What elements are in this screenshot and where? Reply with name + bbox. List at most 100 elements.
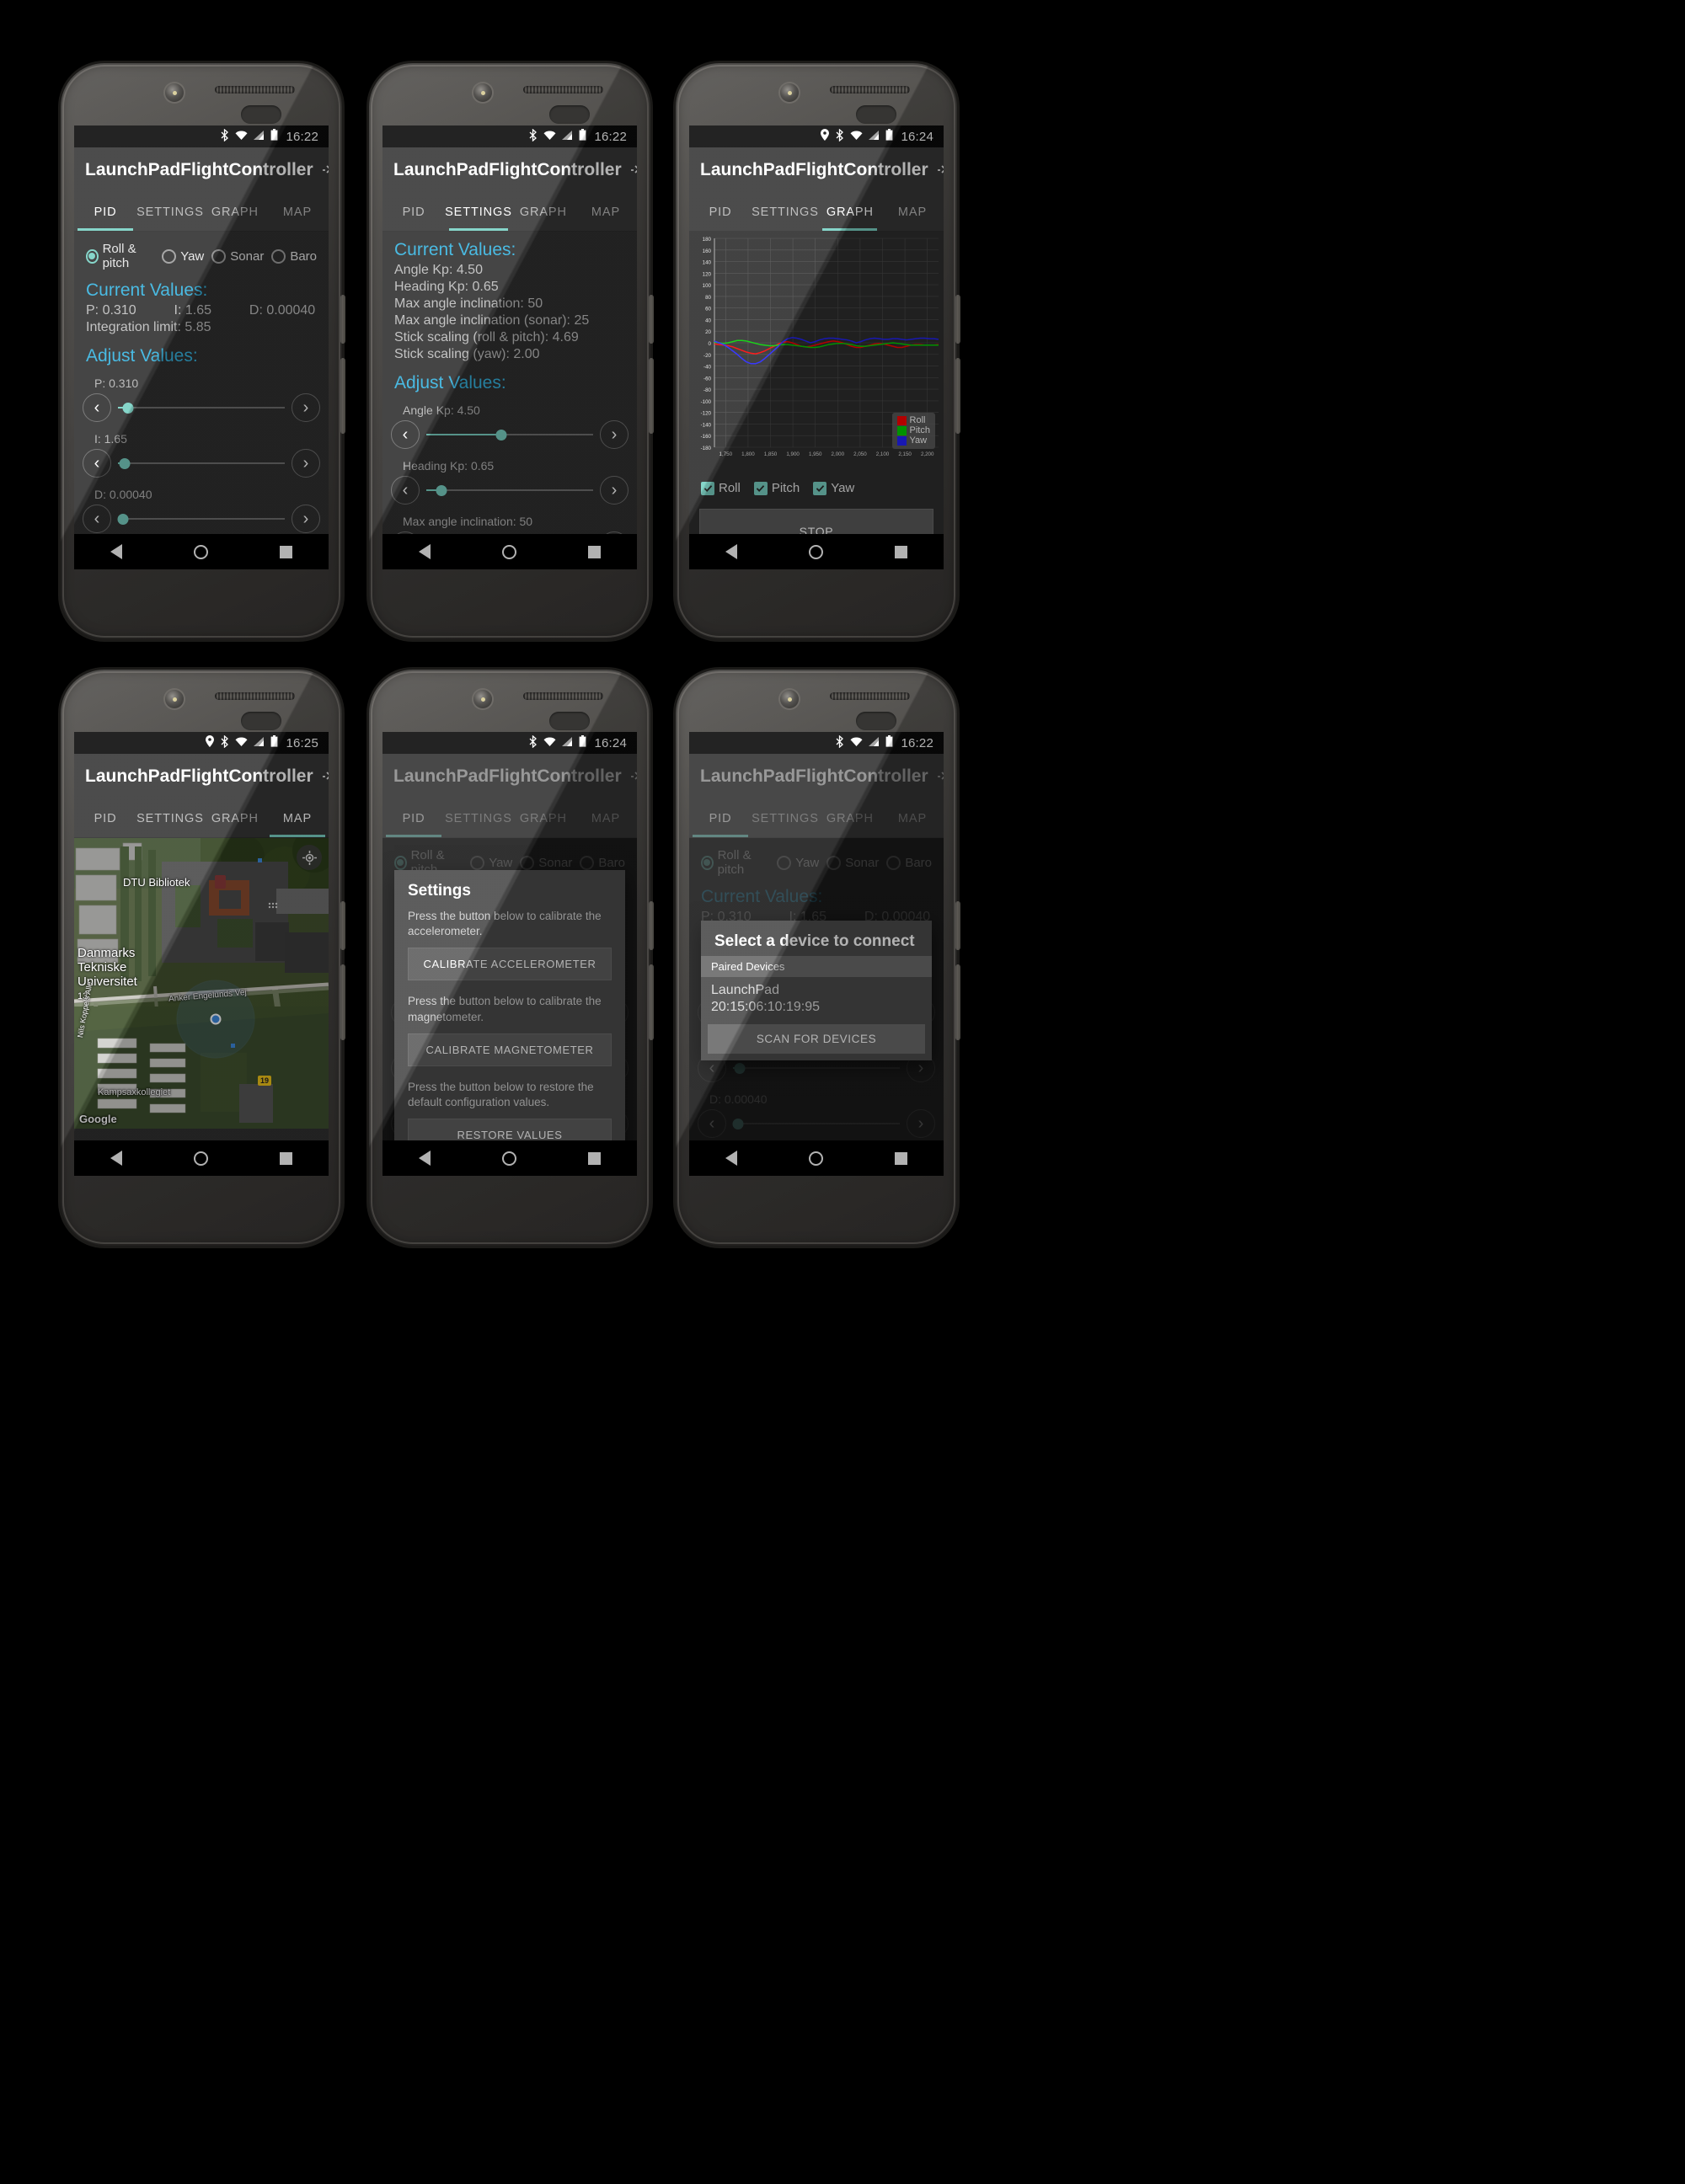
home-button-icon[interactable] <box>501 1151 516 1166</box>
device-mac: 20:15:06:10:19:95 <box>711 1000 821 1014</box>
tab-map[interactable]: MAP <box>575 193 637 231</box>
scan-for-devices-button[interactable]: SCAN FOR DEVICES <box>708 1024 925 1054</box>
tab-graph[interactable]: GRAPH <box>512 193 575 231</box>
tab-map[interactable]: MAP <box>266 193 329 231</box>
calibrate-magnetometer-button[interactable]: CALIBRATE MAGNETOMETER <box>408 1033 612 1066</box>
checkbox-pitch[interactable]: Pitch <box>753 481 800 495</box>
radio-roll-pitch[interactable]: Roll & pitch <box>86 242 154 270</box>
power-button[interactable] <box>955 295 960 344</box>
recents-button-icon[interactable] <box>895 545 908 558</box>
checkbox-yaw[interactable]: Yaw <box>813 481 854 495</box>
tab-pid[interactable]: PID <box>382 193 445 231</box>
back-button-icon[interactable] <box>418 544 431 559</box>
back-button-icon[interactable] <box>725 1151 737 1166</box>
tab-settings[interactable]: SETTINGS <box>445 799 512 837</box>
back-button-icon[interactable] <box>418 1151 431 1166</box>
back-button-icon[interactable] <box>725 544 737 559</box>
tab-map[interactable]: MAP <box>881 799 944 837</box>
bluetooth-icon[interactable] <box>937 764 944 789</box>
map-content[interactable]: DTU Bibliotek Danmarks Tekniske Universi… <box>74 838 329 1140</box>
power-button[interactable] <box>649 901 654 950</box>
tab-map[interactable]: MAP <box>266 799 329 837</box>
satellite-map[interactable]: DTU Bibliotek Danmarks Tekniske Universi… <box>74 838 329 1140</box>
bluetooth-icon[interactable] <box>937 158 944 183</box>
chevron-right-icon[interactable]: › <box>600 420 629 449</box>
slider-heading-kp[interactable] <box>426 476 593 505</box>
power-button[interactable] <box>340 295 345 344</box>
home-button-icon[interactable] <box>193 544 208 559</box>
power-button[interactable] <box>340 901 345 950</box>
tab-settings[interactable]: SETTINGS <box>136 193 204 231</box>
tab-pid[interactable]: PID <box>689 193 752 231</box>
tab-map[interactable]: MAP <box>881 193 944 231</box>
tab-settings[interactable]: SETTINGS <box>136 799 204 837</box>
tab-settings[interactable]: SETTINGS <box>445 193 512 231</box>
device-name: LaunchPad <box>711 983 779 997</box>
home-button-icon[interactable] <box>808 1151 823 1166</box>
recents-button-icon[interactable] <box>280 1151 293 1165</box>
slider-max-angle[interactable] <box>426 531 593 534</box>
tab-graph[interactable]: GRAPH <box>204 799 266 837</box>
bluetooth-icon[interactable] <box>630 764 637 789</box>
tab-graph[interactable]: GRAPH <box>204 193 266 231</box>
chevron-left-icon[interactable]: ‹ <box>391 420 420 449</box>
recents-button-icon[interactable] <box>895 1151 908 1165</box>
volume-button[interactable] <box>340 358 345 434</box>
tab-graph[interactable]: GRAPH <box>819 799 881 837</box>
home-button-icon[interactable] <box>501 544 516 559</box>
volume-button[interactable] <box>649 358 654 434</box>
tab-graph[interactable]: GRAPH <box>512 799 575 837</box>
tab-pid[interactable]: PID <box>74 193 136 231</box>
bluetooth-icon[interactable] <box>322 764 329 789</box>
slider-i[interactable] <box>118 449 285 478</box>
tab-settings[interactable]: SETTINGS <box>752 799 819 837</box>
tab-graph[interactable]: GRAPH <box>819 193 881 231</box>
power-button[interactable] <box>955 901 960 950</box>
chevron-left-icon[interactable]: ‹ <box>83 393 111 422</box>
slider-p[interactable] <box>118 393 285 422</box>
poi-library-icon[interactable] <box>215 875 226 889</box>
chevron-right-icon[interactable]: › <box>292 393 320 422</box>
back-button-icon[interactable] <box>110 544 122 559</box>
slider-angle-kp[interactable] <box>426 420 593 449</box>
volume-button[interactable] <box>649 964 654 1040</box>
chevron-right-icon[interactable]: › <box>600 531 629 534</box>
chevron-left-icon[interactable]: ‹ <box>83 505 111 533</box>
checkbox-roll[interactable]: Roll <box>701 481 741 495</box>
svg-text:2,200: 2,200 <box>921 451 934 457</box>
recents-button-icon[interactable] <box>588 1151 602 1165</box>
bluetooth-icon[interactable] <box>322 158 329 183</box>
bluetooth-status-icon <box>528 128 538 145</box>
slider-d[interactable] <box>117 505 285 533</box>
power-button[interactable] <box>649 295 654 344</box>
chevron-right-icon[interactable]: › <box>600 476 629 505</box>
chevron-right-icon[interactable]: › <box>292 449 320 478</box>
chevron-left-icon[interactable]: ‹ <box>391 476 420 505</box>
back-button-icon[interactable] <box>110 1151 122 1166</box>
tab-pid[interactable]: PID <box>382 799 445 837</box>
volume-button[interactable] <box>955 358 960 434</box>
stop-button[interactable]: STOP <box>699 509 933 534</box>
tab-pid[interactable]: PID <box>74 799 136 837</box>
my-location-button[interactable] <box>297 845 322 870</box>
earpiece-speaker <box>523 86 603 93</box>
radio-sonar[interactable]: Sonar <box>211 248 264 264</box>
tab-map[interactable]: MAP <box>575 799 637 837</box>
recents-button-icon[interactable] <box>588 545 602 558</box>
recents-button-icon[interactable] <box>280 545 293 558</box>
tab-settings[interactable]: SETTINGS <box>752 193 819 231</box>
radio-baro[interactable]: Baro <box>271 248 317 264</box>
radio-yaw[interactable]: Yaw <box>162 248 204 264</box>
tab-pid[interactable]: PID <box>689 799 752 837</box>
bluetooth-icon[interactable] <box>630 158 637 183</box>
home-button-icon[interactable] <box>808 544 823 559</box>
calibrate-accelerometer-button[interactable]: CALIBRATE ACCELEROMETER <box>408 948 612 981</box>
chevron-left-icon[interactable]: ‹ <box>391 531 420 534</box>
volume-button[interactable] <box>955 964 960 1040</box>
chevron-left-icon[interactable]: ‹ <box>83 449 111 478</box>
chevron-right-icon[interactable]: › <box>292 505 320 533</box>
home-button-icon[interactable] <box>193 1151 208 1166</box>
device-list-item[interactable]: LaunchPad 20:15:06:10:19:95 <box>701 977 932 1021</box>
volume-button[interactable] <box>340 964 345 1040</box>
restore-values-button[interactable]: RESTORE VALUES <box>408 1119 612 1140</box>
